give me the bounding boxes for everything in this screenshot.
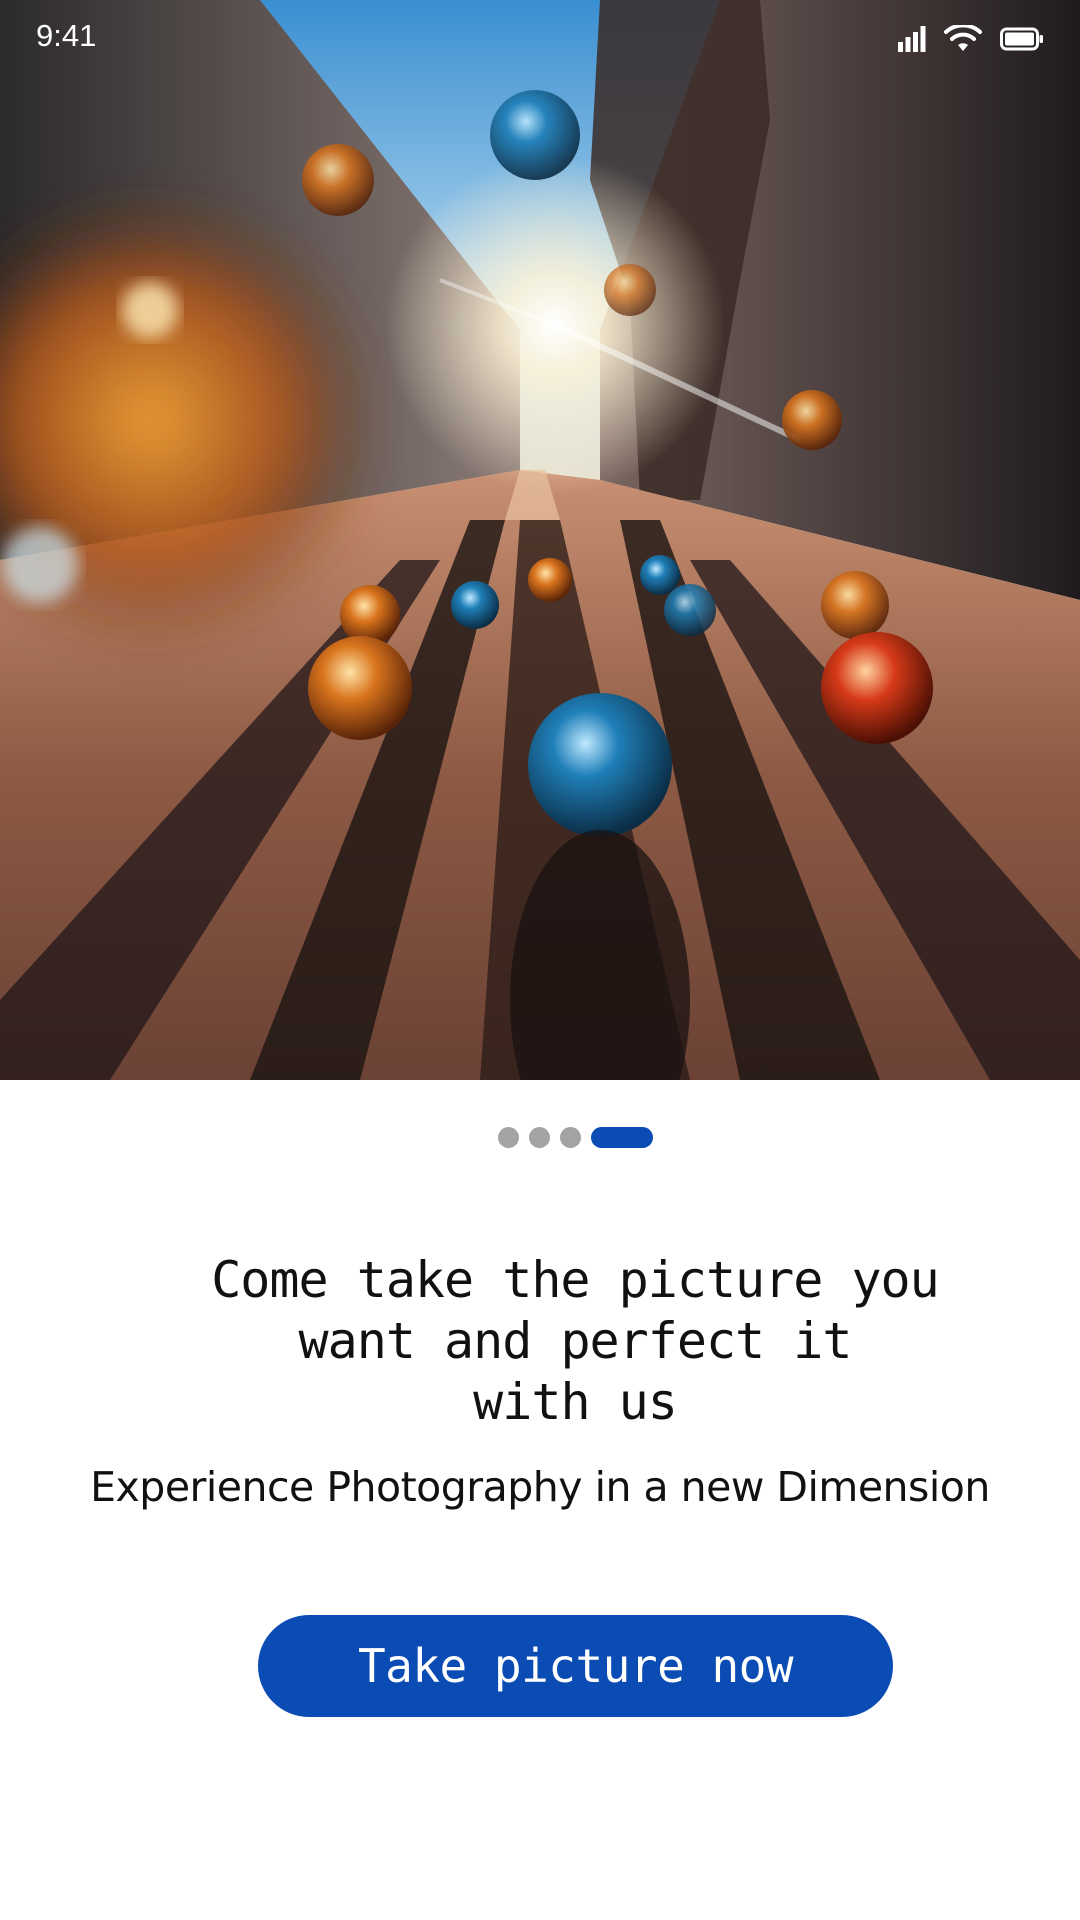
- headline: Come take the picture you want and perfe…: [140, 1250, 1010, 1433]
- page-dot-3[interactable]: [559, 1127, 581, 1148]
- status-time: 9:41: [36, 18, 97, 53]
- page-indicator: [0, 1127, 1080, 1148]
- hero-photo: [0, 0, 1080, 1080]
- headline-line-1: Come take the picture you: [211, 1251, 940, 1309]
- status-bar: 9:41: [0, 0, 1080, 78]
- subheadline: Experience Photography in a new Dimensio…: [90, 1463, 990, 1511]
- onboarding-screen: 9:41 Come take the picture you want and …: [0, 0, 1080, 1920]
- wifi-icon: [944, 25, 982, 53]
- headline-line-2: want and perfect it: [298, 1312, 853, 1370]
- battery-icon: [1000, 27, 1044, 51]
- page-dot-4-active[interactable]: [590, 1127, 653, 1148]
- take-picture-button[interactable]: Take picture now: [258, 1615, 893, 1717]
- page-dot-2[interactable]: [528, 1127, 550, 1148]
- status-icons: [898, 22, 1044, 56]
- signal-icon: [898, 26, 926, 52]
- page-dot-1[interactable]: [497, 1127, 519, 1148]
- headline-line-3: with us: [473, 1373, 678, 1431]
